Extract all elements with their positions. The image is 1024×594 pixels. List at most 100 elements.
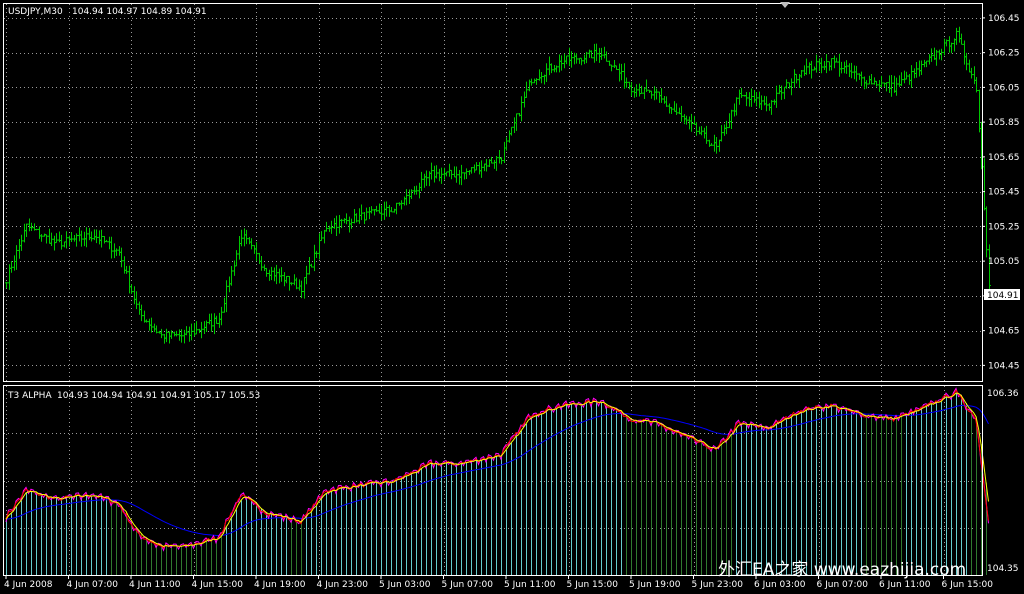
- ohlc-bar: [230, 266, 233, 286]
- ohlc-bar: [433, 165, 436, 183]
- y-tick-label: 106.25: [988, 49, 1020, 59]
- ohlc-bar: [20, 234, 23, 251]
- ohlc-bar: [745, 91, 748, 107]
- ohlc-bar: [525, 81, 528, 98]
- ohlc-bar: [520, 96, 523, 122]
- ohlc-bar: [73, 235, 76, 242]
- ohlc-bar: [235, 250, 238, 267]
- ohlc-bar: [445, 171, 448, 177]
- ohlc-bar: [660, 88, 663, 103]
- ohlc-bar: [238, 236, 241, 260]
- ohlc-bar: [595, 43, 598, 62]
- ohlc-bar: [165, 328, 168, 343]
- ohlc-bar: [888, 75, 891, 94]
- ohlc-bar: [105, 239, 108, 243]
- ohlc-bar: [305, 265, 308, 285]
- ohlc-bar: [728, 113, 731, 129]
- ohlc-bar: [130, 284, 133, 294]
- ohlc-bar: [955, 27, 958, 45]
- ohlc-bar: [925, 60, 928, 68]
- ohlc-bar: [765, 96, 768, 112]
- ohlc-bar: [125, 265, 128, 274]
- ohlc-bar: [893, 75, 896, 93]
- ohlc-bar: [453, 166, 456, 178]
- ohlc-bar: [530, 78, 533, 86]
- ohlc-bar: [480, 160, 483, 178]
- ohlc-bar: [665, 96, 668, 107]
- ohlc-bar: [353, 209, 356, 224]
- ohlc-bar: [505, 137, 508, 151]
- ohlc-bar: [253, 245, 256, 254]
- ohlc-bar: [623, 63, 626, 89]
- ohlc-bar: [38, 226, 41, 239]
- ohlc-bar: [403, 196, 406, 206]
- ohlc-bar: [363, 212, 366, 225]
- ohlc-bar: [380, 205, 383, 221]
- x-tick-label: 6 Jun 15:00: [942, 580, 994, 590]
- ohlc-bar: [635, 84, 638, 97]
- ohlc-bar: [568, 47, 571, 67]
- ohlc-bar: [625, 77, 628, 88]
- ohlc-bar: [283, 272, 286, 287]
- ohlc-bar: [360, 204, 363, 221]
- x-tick-label: 4 Jun 2008: [4, 580, 53, 590]
- ohlc-bar: [753, 90, 756, 103]
- ohlc-bar: [330, 220, 333, 234]
- ohlc-bar: [100, 229, 103, 248]
- ohlc-bar: [620, 63, 623, 81]
- ohlc-bar: [335, 215, 338, 237]
- ohlc-bar: [300, 280, 303, 299]
- x-tick-label: 6 Jun 07:00: [817, 580, 869, 590]
- ohlc-bar: [693, 115, 696, 125]
- shift-marker-icon[interactable]: [780, 2, 790, 8]
- ohlc-bar: [598, 47, 601, 63]
- ohlc-bar: [668, 103, 671, 114]
- ohlc-bar: [265, 267, 268, 277]
- indicator-histogram: [6, 392, 987, 575]
- ohlc-bar: [593, 43, 596, 63]
- ohlc-bar: [900, 72, 903, 87]
- ohlc-bar: [733, 103, 736, 117]
- ohlc-bar: [965, 52, 968, 71]
- ohlc-bar: [225, 280, 228, 313]
- ohlc-bar: [495, 156, 498, 171]
- ohlc-bar: [45, 234, 48, 244]
- ohlc-bar: [603, 46, 606, 59]
- ohlc-bar: [223, 297, 226, 313]
- ohlc-bar: [473, 164, 476, 173]
- y-tick-label: 104.45: [988, 361, 1020, 371]
- ohlc-bar: [25, 223, 28, 238]
- ohlc-bar: [150, 317, 153, 333]
- ohlc-bar: [310, 263, 313, 268]
- ohlc-bar: [110, 236, 113, 259]
- ohlc-bar: [838, 53, 841, 77]
- x-tick-label: 5 Jun 19:00: [629, 580, 681, 590]
- indicator-bottom-label: 104.35: [987, 564, 1019, 574]
- indicator-grid: [4, 386, 982, 575]
- ohlc-bar: [908, 74, 911, 85]
- ohlc-bar: [85, 227, 88, 248]
- ohlc-bar: [628, 81, 631, 90]
- ohlc-bar: [818, 58, 821, 72]
- ohlc-bar: [68, 235, 71, 247]
- ohlc-bar: [493, 160, 496, 169]
- ohlc-bar: [270, 266, 273, 281]
- symbol-title: USDJPY,M30: [8, 7, 63, 17]
- ohlc-bar: [108, 236, 111, 250]
- ohlc-bar: [695, 122, 698, 136]
- ohlc-bar: [850, 62, 853, 79]
- ohlc-bar: [60, 234, 63, 250]
- ohlc-bar: [700, 126, 703, 136]
- ohlc-bar: [188, 326, 191, 342]
- ohlc-bar: [168, 331, 171, 344]
- ohlc-bar: [280, 267, 283, 282]
- ohlc-bar: [63, 241, 66, 248]
- ohlc-bar: [968, 59, 971, 73]
- ohlc-bar: [820, 57, 823, 74]
- ohlc-bar: [830, 58, 833, 71]
- ohlc-bar: [513, 117, 516, 133]
- x-tick-label: 4 Jun 07:00: [67, 580, 119, 590]
- ohlc-bar: [138, 301, 141, 315]
- ohlc-bar: [825, 53, 828, 74]
- ohlc-bar: [163, 334, 166, 344]
